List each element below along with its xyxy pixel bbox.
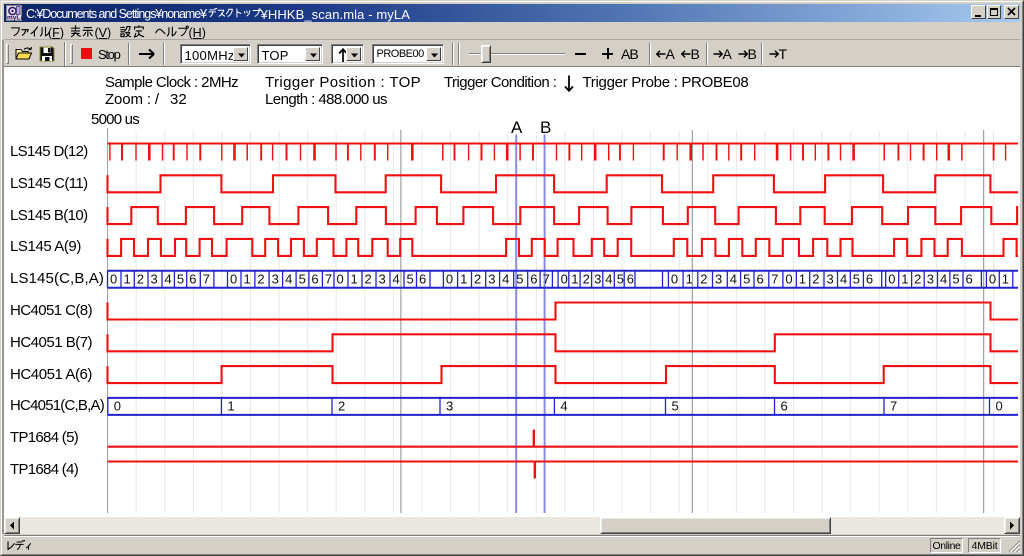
svg-text:1: 1 (686, 271, 693, 286)
svg-text:5: 5 (299, 271, 306, 286)
svg-text:0: 0 (785, 271, 792, 286)
svg-text:1: 1 (460, 271, 467, 286)
svg-text:0: 0 (446, 271, 453, 286)
svg-text:1: 1 (799, 271, 806, 286)
svg-text:5: 5 (853, 271, 860, 286)
svg-text:1: 1 (124, 271, 131, 286)
svg-text:5: 5 (952, 271, 959, 286)
svg-text:6: 6 (966, 271, 973, 286)
svg-text:7: 7 (771, 271, 778, 286)
svg-text:6: 6 (530, 271, 537, 286)
svg-text:3: 3 (488, 271, 495, 286)
svg-text:0: 0 (337, 271, 344, 286)
svg-text:4: 4 (940, 271, 947, 286)
svg-text:3: 3 (151, 271, 158, 286)
svg-text:0: 0 (114, 399, 121, 414)
svg-text:4: 4 (730, 271, 737, 286)
svg-text:0: 0 (110, 271, 117, 286)
svg-text:2: 2 (137, 271, 144, 286)
svg-text:0: 0 (888, 271, 895, 286)
svg-text:0: 0 (996, 399, 1003, 414)
svg-text:1: 1 (227, 399, 234, 414)
svg-text:6: 6 (866, 271, 873, 286)
svg-text:7: 7 (203, 271, 210, 286)
svg-text:6: 6 (781, 399, 788, 414)
svg-text:3: 3 (594, 271, 601, 286)
svg-text:3: 3 (827, 271, 834, 286)
svg-text:4: 4 (165, 271, 172, 286)
svg-text:5: 5 (177, 271, 184, 286)
svg-text:7: 7 (325, 271, 332, 286)
svg-text:3: 3 (715, 271, 722, 286)
svg-text:4: 4 (285, 271, 292, 286)
svg-text:4: 4 (502, 271, 509, 286)
svg-text:4: 4 (393, 271, 400, 286)
svg-text:6: 6 (627, 271, 634, 286)
svg-text:3: 3 (446, 399, 453, 414)
svg-text:1: 1 (571, 271, 578, 286)
svg-text:2: 2 (474, 271, 481, 286)
svg-text:2: 2 (700, 271, 707, 286)
svg-text:5: 5 (407, 271, 414, 286)
svg-text:2: 2 (914, 271, 921, 286)
svg-text:2: 2 (365, 271, 372, 286)
svg-text:6: 6 (757, 271, 764, 286)
svg-text:5: 5 (743, 271, 750, 286)
svg-text:6: 6 (189, 271, 196, 286)
svg-text:2: 2 (338, 399, 345, 414)
svg-text:3: 3 (927, 271, 934, 286)
svg-text:4: 4 (605, 271, 612, 286)
svg-text:4: 4 (560, 399, 567, 414)
svg-text:7: 7 (543, 271, 550, 286)
svg-text:6: 6 (419, 271, 426, 286)
svg-text:2: 2 (812, 271, 819, 286)
svg-text:1: 1 (244, 271, 251, 286)
svg-text:1: 1 (1002, 271, 1009, 286)
svg-text:2: 2 (583, 271, 590, 286)
svg-text:0: 0 (671, 271, 678, 286)
svg-text:1: 1 (351, 271, 358, 286)
svg-text:0: 0 (989, 271, 996, 286)
svg-text:4: 4 (840, 271, 847, 286)
svg-text:6: 6 (311, 271, 318, 286)
svg-text:0: 0 (561, 271, 568, 286)
svg-text:7: 7 (890, 399, 897, 414)
svg-text:3: 3 (272, 271, 279, 286)
svg-text:1: 1 (901, 271, 908, 286)
svg-text:5: 5 (516, 271, 523, 286)
svg-text:5: 5 (672, 399, 679, 414)
svg-text:3: 3 (379, 271, 386, 286)
svg-text:0: 0 (230, 271, 237, 286)
svg-text:2: 2 (257, 271, 264, 286)
svg-text:5: 5 (617, 271, 624, 286)
